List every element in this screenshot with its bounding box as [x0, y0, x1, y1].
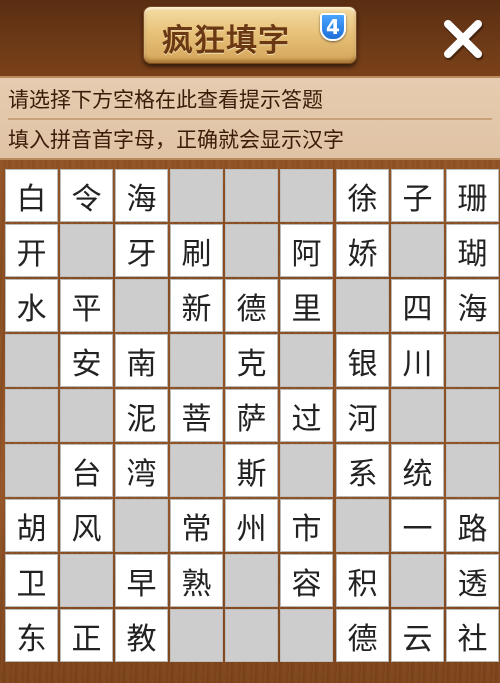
- grid-cell-filled[interactable]: 胡: [5, 499, 58, 552]
- grid-cell-filled[interactable]: 风: [60, 499, 113, 552]
- grid-cell-empty[interactable]: [391, 224, 444, 277]
- grid-cell-filled[interactable]: 台: [60, 444, 113, 497]
- grid-cell-filled[interactable]: 卫: [5, 554, 58, 607]
- grid-cell-empty[interactable]: [280, 169, 333, 222]
- grid-cell-filled[interactable]: 瑚: [446, 224, 499, 277]
- grid-cell-filled[interactable]: 东: [5, 609, 58, 662]
- grid-cell-filled[interactable]: 系: [336, 444, 389, 497]
- grid-cell-filled[interactable]: 安: [60, 334, 113, 387]
- grid-cell-empty[interactable]: [280, 609, 333, 662]
- grid-cell-filled[interactable]: 萨: [225, 389, 278, 442]
- hint-panel: 请选择下方空格在此查看提示答题 填入拼音首字母，正确就会显示汉字: [0, 76, 500, 160]
- grid-cell-empty[interactable]: [446, 334, 499, 387]
- grid-cell-filled[interactable]: 子: [391, 169, 444, 222]
- grid-cell-empty[interactable]: [5, 334, 58, 387]
- grid-cell-filled[interactable]: 令: [60, 169, 113, 222]
- grid-cell-filled[interactable]: 平: [60, 279, 113, 332]
- grid-cell-filled[interactable]: 一: [391, 499, 444, 552]
- grid-cell-empty[interactable]: [391, 389, 444, 442]
- grid-cell-filled[interactable]: 里: [280, 279, 333, 332]
- grid-cell-filled[interactable]: 过: [280, 389, 333, 442]
- grid-cell-filled[interactable]: 娇: [336, 224, 389, 277]
- grid-cell-empty[interactable]: [60, 554, 113, 607]
- grid-cell-filled[interactable]: 路: [446, 499, 499, 552]
- grid-cell-filled[interactable]: 水: [5, 279, 58, 332]
- grid-cell-filled[interactable]: 河: [336, 389, 389, 442]
- grid-cell-filled[interactable]: 开: [5, 224, 58, 277]
- grid-cell-empty[interactable]: [336, 499, 389, 552]
- grid-cell-filled[interactable]: 泥: [115, 389, 168, 442]
- grid-cell-filled[interactable]: 徐: [336, 169, 389, 222]
- grid-cell-filled[interactable]: 海: [115, 169, 168, 222]
- grid-cell-filled[interactable]: 德: [336, 609, 389, 662]
- grid-cell-filled[interactable]: 牙: [115, 224, 168, 277]
- grid-cell-filled[interactable]: 刷: [170, 224, 223, 277]
- grid-cell-empty[interactable]: [225, 609, 278, 662]
- grid-cell-empty[interactable]: [336, 279, 389, 332]
- grid-cell-filled[interactable]: 社: [446, 609, 499, 662]
- grid-cell-filled[interactable]: 珊: [446, 169, 499, 222]
- grid-cell-filled[interactable]: 克: [225, 334, 278, 387]
- grid-cell-empty[interactable]: [280, 334, 333, 387]
- grid-cell-filled[interactable]: 海: [446, 279, 499, 332]
- grid-cell-filled[interactable]: 云: [391, 609, 444, 662]
- title-plaque: 疯狂填字 4: [143, 6, 357, 64]
- grid-cell-filled[interactable]: 湾: [115, 444, 168, 497]
- grid-cell-filled[interactable]: 正: [60, 609, 113, 662]
- grid-cell-empty[interactable]: [391, 554, 444, 607]
- grid-cell-filled[interactable]: 阿: [280, 224, 333, 277]
- grid-cell-empty[interactable]: [115, 499, 168, 552]
- grid-cell-filled[interactable]: 斯: [225, 444, 278, 497]
- grid-cell-filled[interactable]: 常: [170, 499, 223, 552]
- hint-text-primary: 请选择下方空格在此查看提示答题: [8, 88, 323, 112]
- crossword-grid: 白令海徐子珊开牙刷阿娇瑚水平新德里四海安南克银川泥菩萨过河台湾斯系统胡风常州市一…: [3, 169, 499, 662]
- grid-cell-empty[interactable]: [60, 389, 113, 442]
- grid-cell-filled[interactable]: 四: [391, 279, 444, 332]
- grid-cell-filled[interactable]: 银: [336, 334, 389, 387]
- grid-cell-empty[interactable]: [170, 444, 223, 497]
- grid-cell-filled[interactable]: 市: [280, 499, 333, 552]
- grid-cell-empty[interactable]: [170, 334, 223, 387]
- grid-cell-empty[interactable]: [225, 224, 278, 277]
- grid-cell-empty[interactable]: [5, 389, 58, 442]
- grid-cell-empty[interactable]: [170, 609, 223, 662]
- grid-cell-empty[interactable]: [5, 444, 58, 497]
- grid-cell-filled[interactable]: 菩: [170, 389, 223, 442]
- app-title: 疯狂填字: [162, 23, 290, 59]
- grid-cell-empty[interactable]: [225, 554, 278, 607]
- top-bar: 疯狂填字 4: [0, 0, 500, 76]
- grid-cell-filled[interactable]: 白: [5, 169, 58, 222]
- grid-cell-filled[interactable]: 早: [115, 554, 168, 607]
- grid-cell-empty[interactable]: [170, 169, 223, 222]
- grid-cell-empty[interactable]: [280, 444, 333, 497]
- grid-cell-filled[interactable]: 州: [225, 499, 278, 552]
- grid-cell-empty[interactable]: [60, 224, 113, 277]
- hint-text-secondary: 填入拼音首字母，正确就会显示汉字: [8, 118, 492, 158]
- close-icon: [444, 20, 484, 61]
- grid-cell-filled[interactable]: 南: [115, 334, 168, 387]
- grid-cell-filled[interactable]: 透: [446, 554, 499, 607]
- grid-cell-empty[interactable]: [115, 279, 168, 332]
- grid-cell-filled[interactable]: 教: [115, 609, 168, 662]
- grid-cell-filled[interactable]: 容: [280, 554, 333, 607]
- grid-cell-filled[interactable]: 熟: [170, 554, 223, 607]
- close-button[interactable]: [438, 14, 488, 64]
- grid-cell-filled[interactable]: 积: [336, 554, 389, 607]
- grid-cell-empty[interactable]: [225, 169, 278, 222]
- level-badge: 4: [320, 13, 346, 41]
- grid-cell-empty[interactable]: [446, 389, 499, 442]
- grid-cell-filled[interactable]: 统: [391, 444, 444, 497]
- grid-cell-empty[interactable]: [446, 444, 499, 497]
- grid-cell-filled[interactable]: 川: [391, 334, 444, 387]
- grid-cell-filled[interactable]: 新: [170, 279, 223, 332]
- grid-cell-filled[interactable]: 德: [225, 279, 278, 332]
